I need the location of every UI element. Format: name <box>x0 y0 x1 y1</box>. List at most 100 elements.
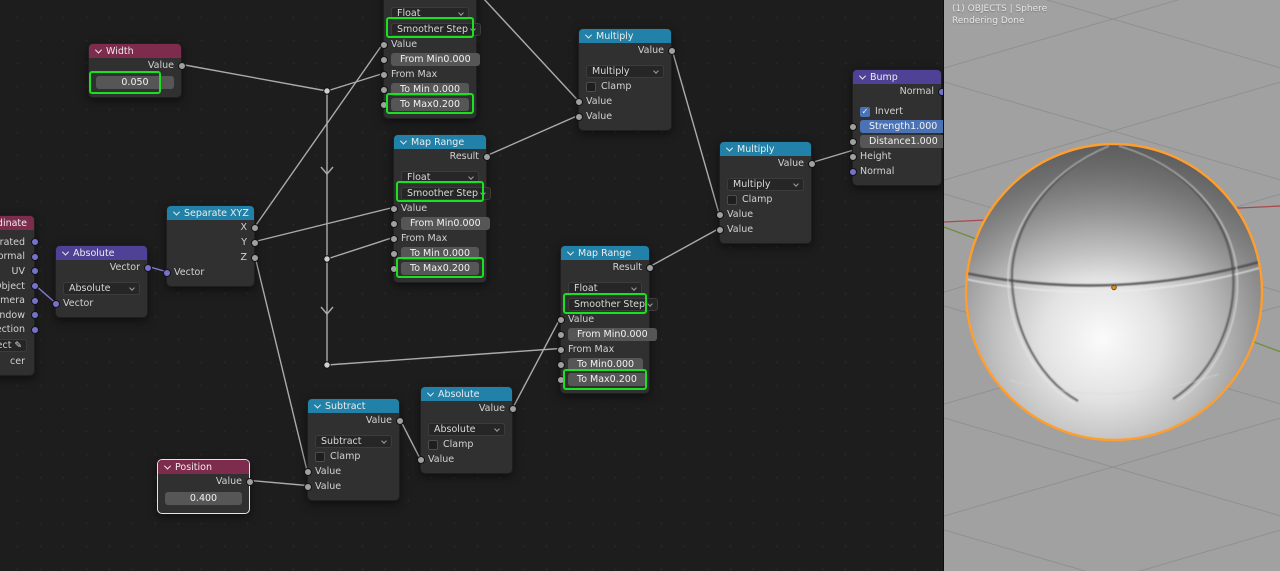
output-socket-x[interactable] <box>250 223 259 232</box>
output-socket-uv[interactable] <box>30 267 39 276</box>
input-socket-value[interactable] <box>556 315 565 324</box>
3d-viewport[interactable]: (1) OBJECTS | Sphere Rendering Done <box>943 0 1280 571</box>
output-socket-object[interactable] <box>30 282 39 291</box>
output-socket-value[interactable] <box>245 477 254 486</box>
node-link[interactable] <box>671 49 720 214</box>
output-socket-vector[interactable] <box>143 263 152 272</box>
input-socket-value-2[interactable] <box>715 225 724 234</box>
output-socket-value[interactable] <box>807 159 816 168</box>
node-link[interactable] <box>649 227 720 268</box>
output-socket-window[interactable] <box>30 311 39 320</box>
node-header[interactable]: Map Range <box>394 135 486 149</box>
output-socket-value[interactable] <box>395 416 404 425</box>
operation-dropdown[interactable]: Absolute <box>428 422 505 436</box>
node-header[interactable]: Position <box>158 460 249 474</box>
value-field[interactable]: 0.050 <box>96 75 174 89</box>
node-header[interactable]: Subtract <box>308 399 399 413</box>
node-width[interactable]: Width Value 0.050 <box>88 43 186 98</box>
node-map-range-3[interactable]: Map Range Result Float Smoother Step Val… <box>556 245 659 394</box>
input-socket-value[interactable] <box>389 204 398 213</box>
input-socket-normal[interactable] <box>848 167 857 176</box>
invert-checkbox[interactable]: ✓ <box>860 106 870 117</box>
node-header[interactable]: Separate XYZ <box>167 206 254 220</box>
node-header[interactable]: rdinate <box>0 216 34 230</box>
interpolation-dropdown[interactable]: Smoother Step <box>391 22 482 36</box>
node-map-range-2[interactable]: Map Range Result Float Smoother Step Val… <box>389 134 492 283</box>
node-separate-xyz[interactable]: Separate XYZ X Y Z Vector <box>162 205 259 287</box>
input-socket-from-min[interactable] <box>379 55 388 64</box>
input-socket-strength[interactable] <box>848 122 857 131</box>
input-socket-from-max[interactable] <box>389 234 398 243</box>
input-socket-value[interactable] <box>416 455 425 464</box>
input-socket-vector[interactable] <box>51 299 60 308</box>
node-texture-coordinate[interactable]: rdinate nerated Normal UV Object Camera … <box>0 215 39 376</box>
reroute-node[interactable] <box>323 361 331 369</box>
output-socket-generated[interactable] <box>30 238 39 247</box>
node-subtract[interactable]: Subtract Value Subtract Clamp Value Valu… <box>303 398 404 501</box>
node-link[interactable] <box>477 0 579 101</box>
operation-dropdown[interactable]: Subtract <box>315 434 392 448</box>
input-socket-to-min[interactable] <box>556 360 565 369</box>
output-socket-z[interactable] <box>250 253 259 262</box>
node-header[interactable]: Absolute <box>421 387 512 401</box>
data-type-dropdown[interactable]: Float <box>401 170 479 184</box>
to-max-field[interactable]: To Max 0.200 <box>568 373 646 386</box>
output-socket-normal[interactable] <box>937 87 943 96</box>
node-bump[interactable]: Bump Normal ✓ Invert Strength 1.000 Distan… <box>848 69 943 186</box>
input-socket-value-2[interactable] <box>574 112 583 121</box>
output-socket-normal[interactable] <box>30 252 39 261</box>
node-multiply-1[interactable]: Multiply Value Multiply Clamp Value Valu… <box>574 28 676 131</box>
output-socket-value[interactable] <box>508 404 517 413</box>
node-header[interactable]: Bump <box>853 70 941 84</box>
clamp-checkbox[interactable] <box>428 439 438 450</box>
input-socket-from-max[interactable] <box>556 345 565 354</box>
shader-node-editor[interactable]: rdinate nerated Normal UV Object Camera … <box>0 0 943 571</box>
operation-dropdown[interactable]: Multiply <box>727 177 804 191</box>
data-type-dropdown[interactable]: Float <box>391 6 469 20</box>
output-socket-result[interactable] <box>645 263 654 272</box>
input-socket-from-max[interactable] <box>379 70 388 79</box>
node-map-range-1[interactable]: Map Range Result Float Smoother Step Val… <box>379 0 482 119</box>
node-header[interactable]: Absolute <box>56 246 147 260</box>
node-link[interactable] <box>326 72 384 92</box>
output-socket-camera[interactable] <box>30 296 39 305</box>
input-socket-to-max[interactable] <box>389 264 398 273</box>
node-link[interactable] <box>254 206 394 243</box>
input-socket-from-min[interactable] <box>389 219 398 228</box>
node-link[interactable] <box>326 236 394 260</box>
node-link[interactable] <box>254 43 384 227</box>
input-socket-height[interactable] <box>848 152 857 161</box>
input-socket-vector[interactable] <box>162 268 171 277</box>
node-header[interactable]: Multiply <box>579 29 671 43</box>
reroute-node[interactable] <box>323 255 331 263</box>
strength-field[interactable]: Strength 1.000 <box>860 120 943 133</box>
to-min-field[interactable]: To Min 0.000 <box>401 247 479 260</box>
operation-dropdown[interactable]: Absolute <box>63 281 140 295</box>
to-max-field[interactable]: To Max 0.200 <box>401 262 479 275</box>
node-position[interactable]: Position Value 0.400 <box>157 459 254 514</box>
node-link[interactable] <box>249 479 308 487</box>
output-socket-value[interactable] <box>667 46 676 55</box>
node-header[interactable]: Multiply <box>720 142 811 156</box>
interpolation-dropdown[interactable]: Smoother Step <box>568 297 659 311</box>
interpolation-dropdown[interactable]: Smoother Step <box>401 186 492 200</box>
from-min-field[interactable]: From Min 0.000 <box>391 53 480 66</box>
node-link[interactable] <box>326 347 561 366</box>
node-link[interactable] <box>181 63 328 92</box>
clamp-checkbox[interactable] <box>727 194 737 205</box>
sphere-object[interactable] <box>964 142 1264 442</box>
data-type-dropdown[interactable]: Float <box>568 281 642 295</box>
node-multiply-2[interactable]: Multiply Value Multiply Clamp Value Valu… <box>715 141 816 244</box>
output-socket-reflection[interactable] <box>30 325 39 334</box>
value-field[interactable]: 0.400 <box>165 491 242 505</box>
from-min-field[interactable]: From Min 0.000 <box>568 328 657 341</box>
input-socket-value-1[interactable] <box>574 97 583 106</box>
node-link[interactable] <box>399 419 421 459</box>
input-socket-to-max[interactable] <box>556 375 565 384</box>
node-header[interactable]: Map Range <box>561 246 649 260</box>
clamp-checkbox[interactable] <box>315 451 325 462</box>
node-link[interactable] <box>811 149 853 164</box>
input-socket-to-min[interactable] <box>379 85 388 94</box>
input-socket-distance[interactable] <box>848 137 857 146</box>
input-socket-to-max[interactable] <box>379 100 388 109</box>
